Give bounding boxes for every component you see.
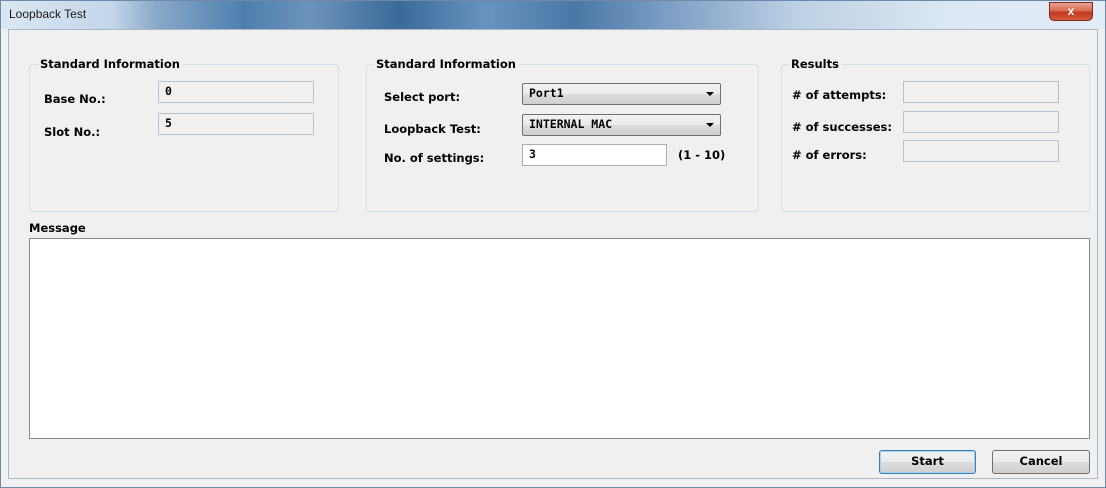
attempts-label: # of attempts: xyxy=(792,88,887,102)
slot-no-field: 5 xyxy=(158,113,314,135)
group-title: Standard Information xyxy=(374,57,518,71)
chevron-down-icon xyxy=(706,123,714,127)
attempts-field xyxy=(903,81,1059,103)
settings-range-label: (1 - 10) xyxy=(678,148,726,162)
close-button[interactable]: x xyxy=(1049,2,1093,21)
loopback-test-window: Loopback Test x Standard Information Bas… xyxy=(0,0,1106,488)
standard-information-group-middle: Standard Information Select port: Port1 … xyxy=(366,57,759,212)
errors-label: # of errors: xyxy=(792,148,867,162)
base-no-label: Base No.: xyxy=(44,92,106,106)
select-port-label: Select port: xyxy=(384,90,461,104)
chevron-down-icon xyxy=(706,92,714,96)
base-no-field: 0 xyxy=(158,81,314,103)
cancel-button[interactable]: Cancel xyxy=(992,450,1090,474)
slot-no-label: Slot No.: xyxy=(44,125,101,139)
standard-information-group-left: Standard Information Base No.: 0 Slot No… xyxy=(29,57,339,212)
loopback-test-dropdown[interactable]: INTERNAL MAC xyxy=(522,114,721,136)
no-of-settings-label: No. of settings: xyxy=(384,151,485,165)
select-port-value: Port1 xyxy=(529,86,564,100)
dialog-content: Standard Information Base No.: 0 Slot No… xyxy=(8,29,1098,479)
group-title: Results xyxy=(789,57,841,71)
errors-field xyxy=(903,140,1059,162)
title-bar[interactable]: Loopback Test x xyxy=(1,1,1105,29)
group-title: Standard Information xyxy=(38,57,182,71)
window-title: Loopback Test xyxy=(9,7,87,21)
no-of-settings-input[interactable]: 3 xyxy=(522,144,667,166)
loopback-test-label: Loopback Test: xyxy=(384,122,481,136)
successes-field xyxy=(903,111,1059,133)
close-icon: x xyxy=(1067,4,1075,18)
successes-label: # of successes: xyxy=(792,120,892,134)
message-label: Message xyxy=(29,221,86,235)
loopback-test-value: INTERNAL MAC xyxy=(529,117,613,131)
message-textarea[interactable] xyxy=(29,238,1090,439)
select-port-dropdown[interactable]: Port1 xyxy=(522,83,721,105)
results-group: Results # of attempts: # of successes: #… xyxy=(781,57,1090,212)
start-button[interactable]: Start xyxy=(879,450,976,474)
